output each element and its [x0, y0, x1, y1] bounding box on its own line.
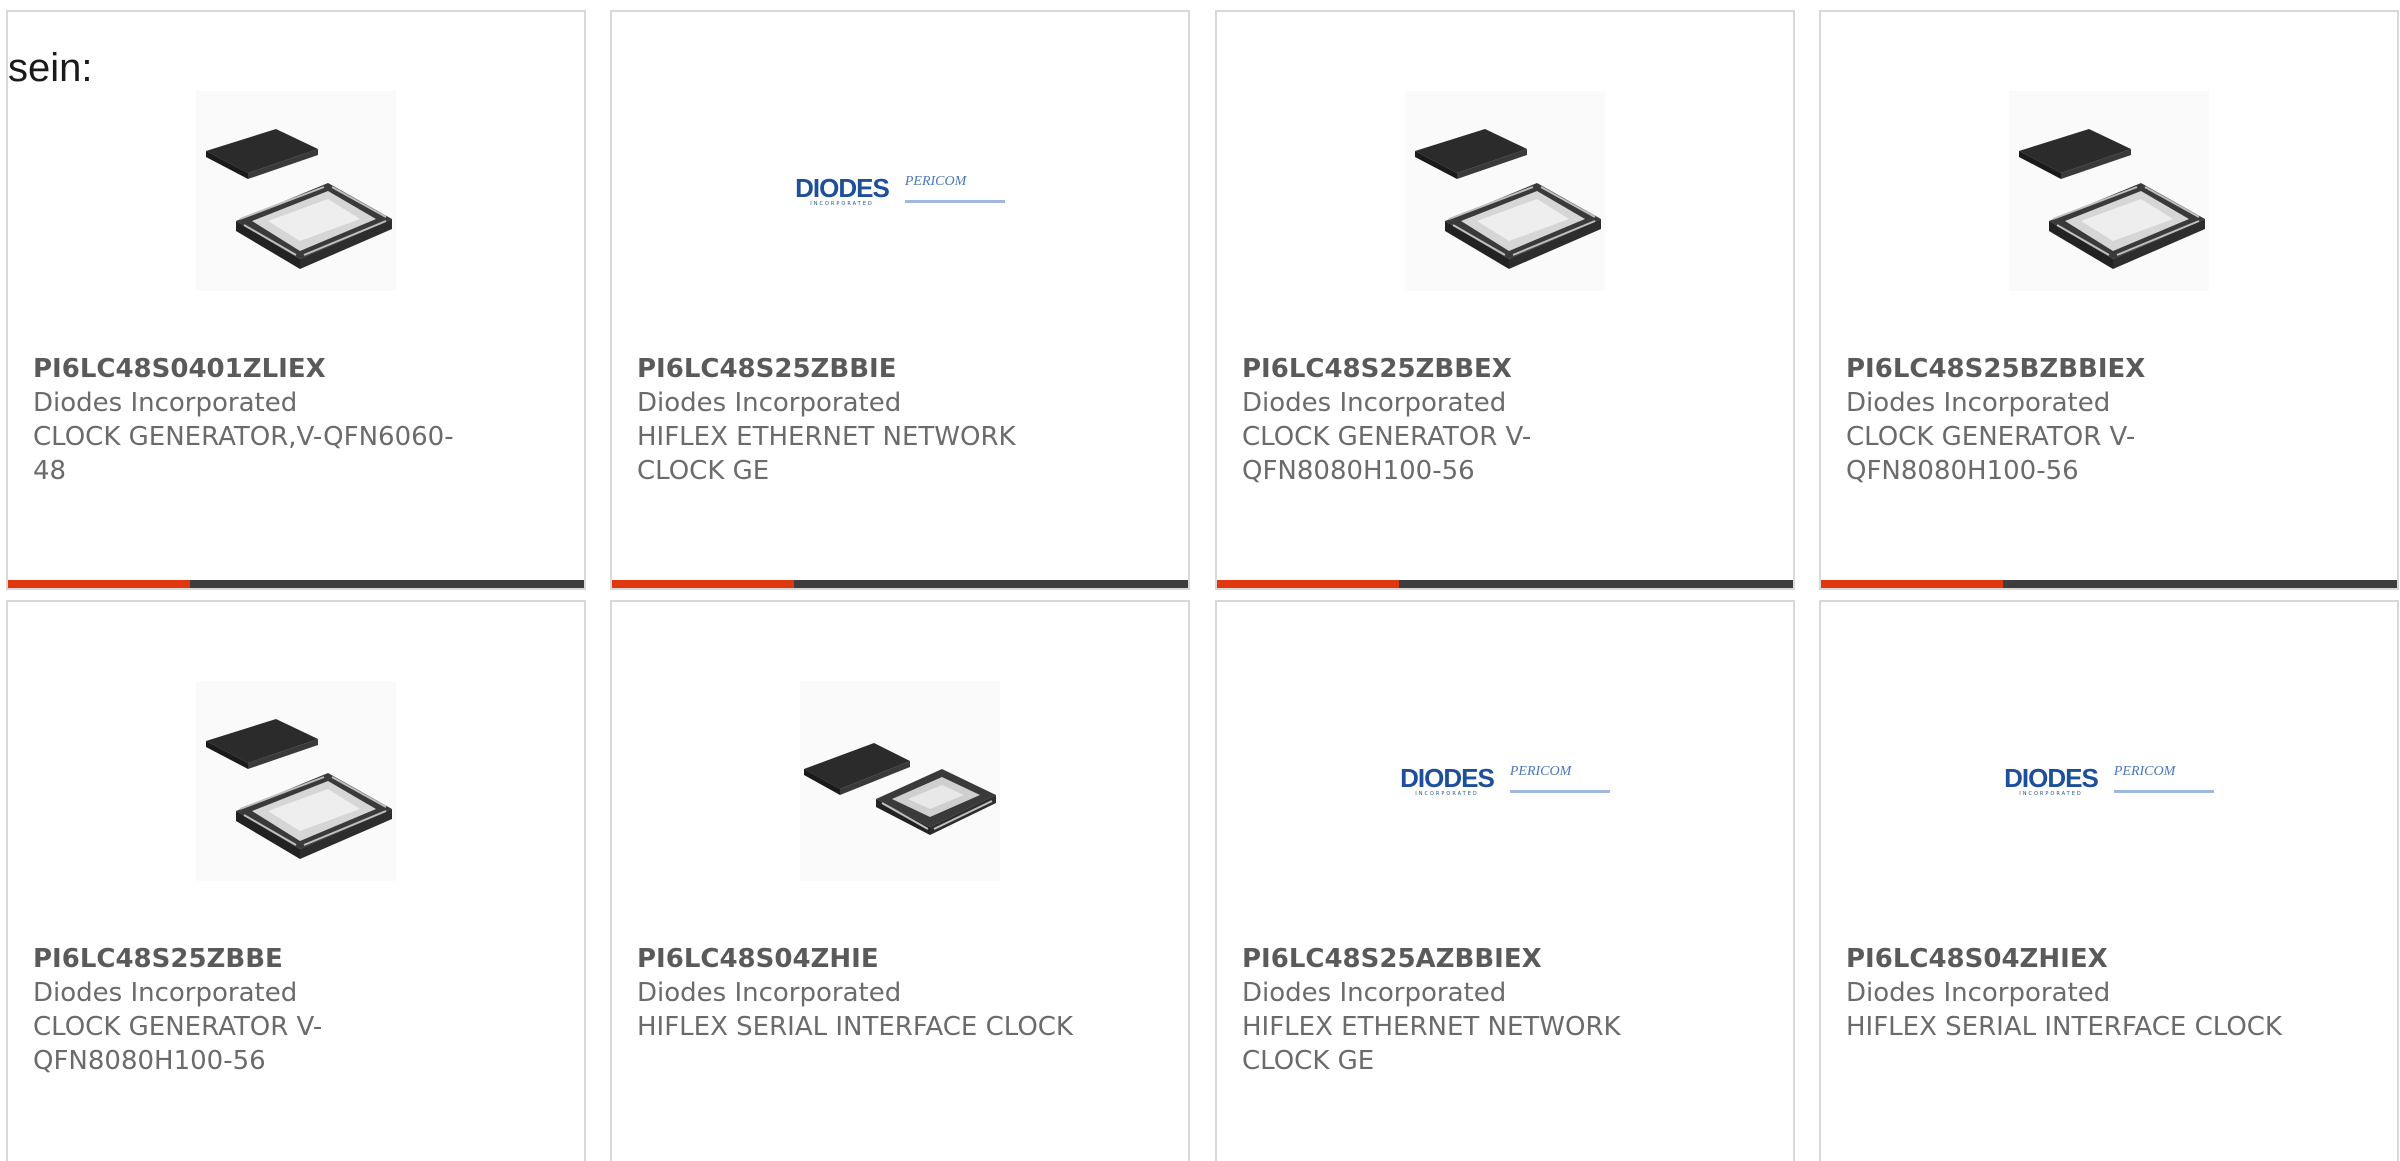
pericom-tagline	[1509, 789, 1610, 793]
diodes-pericom-logo: DIODES INCORPORATED PERICOM	[795, 174, 1005, 209]
product-description: CLOCK GENERATOR,V-QFN6060-48	[33, 422, 454, 486]
product-card[interactable]: PI6LC48S25BZBBIEX Diodes Incorporated CLOC…	[1819, 10, 2399, 590]
product-description: HIFLEX ETHERNET NETWORK CLOCK GE	[1242, 1012, 1621, 1076]
qfn-chip-small-icon	[800, 681, 1000, 881]
product-card[interactable]: PI6LC48S0401ZLIEX Diodes Incorporated CLOC…	[6, 10, 586, 590]
diodes-wordmark: DIODES	[2004, 763, 2099, 793]
product-image[interactable]: DIODES INCORPORATED PERICOM	[1821, 678, 2397, 884]
product-image[interactable]	[1217, 88, 1793, 294]
part-number[interactable]: PI6LC48S04ZHIEX	[1846, 942, 2286, 976]
pericom-tagline	[2113, 789, 2214, 793]
manufacturer: Diodes Incorporated	[637, 978, 902, 1008]
product-image[interactable]: DIODES INCORPORATED PERICOM	[612, 88, 1188, 294]
product-image[interactable]	[8, 88, 584, 294]
manufacturer: Diodes Incorporated	[33, 388, 298, 418]
product-card[interactable]: PI6LC48S04ZHIE Diodes Incorporated HIFLEX …	[610, 600, 1190, 1161]
card-accent-bar	[8, 580, 190, 588]
product-grid-page: sein: PI6LC48S0401ZLIEX Diodes Incorporat…	[0, 0, 2400, 1161]
part-number[interactable]: PI6LC48S25AZBBIEX	[1242, 942, 1682, 976]
part-number[interactable]: PI6LC48S25BZBBIEX	[1846, 352, 2286, 386]
manufacturer: Diodes Incorporated	[1242, 388, 1507, 418]
product-description: HIFLEX SERIAL INTERFACE CLOCK	[637, 1012, 1073, 1042]
qfn-chip-large-icon	[196, 681, 396, 881]
manufacturer: Diodes Incorporated	[33, 978, 298, 1008]
product-image[interactable]	[612, 678, 1188, 884]
part-number[interactable]: PI6LC48S25ZBBEX	[1242, 352, 1682, 386]
product-card[interactable]: DIODES INCORPORATED PERICOM PI6LC48S25ZB…	[610, 10, 1190, 590]
diodes-logo: DIODES INCORPORATED	[795, 173, 890, 207]
diodes-logo: DIODES INCORPORATED	[2004, 763, 2099, 797]
diodes-pericom-logo: DIODES INCORPORATED PERICOM	[1400, 764, 1610, 799]
product-info: PI6LC48S25ZBBIE Diodes Incorporated HIFLEX…	[637, 352, 1077, 488]
product-image[interactable]: DIODES INCORPORATED PERICOM	[1217, 678, 1793, 884]
product-info: PI6LC48S25ZBBEX Diodes Incorporated CLOCK …	[1242, 352, 1682, 488]
card-bottom-bar	[1217, 580, 1793, 588]
card-accent-bar	[612, 580, 794, 588]
product-info: PI6LC48S04ZHIE Diodes Incorporated HIFLEX …	[637, 942, 1077, 1044]
product-image[interactable]	[8, 678, 584, 884]
product-info: PI6LC48S0401ZLIEX Diodes Incorporated CLOC…	[33, 352, 473, 488]
product-image[interactable]	[1821, 88, 2397, 294]
diodes-wordmark: DIODES	[795, 173, 890, 203]
part-number[interactable]: PI6LC48S04ZHIE	[637, 942, 1077, 976]
pericom-wordmark: PERICOM	[1509, 763, 1572, 779]
pericom-wordmark: PERICOM	[2113, 763, 2176, 779]
product-card[interactable]: PI6LC48S25ZBBE Diodes Incorporated CLOCK G…	[6, 600, 586, 1161]
diodes-pericom-logo: DIODES INCORPORATED PERICOM	[2004, 764, 2214, 799]
product-card[interactable]: DIODES INCORPORATED PERICOM PI6LC48S04ZH…	[1819, 600, 2399, 1161]
qfn-chip-large-icon	[2009, 91, 2209, 291]
product-card[interactable]: PI6LC48S25ZBBEX Diodes Incorporated CLOCK …	[1215, 10, 1795, 590]
qfn-chip-large-icon	[1405, 91, 1605, 291]
pericom-logo: PERICOM	[1509, 763, 1610, 799]
product-card[interactable]: DIODES INCORPORATED PERICOM PI6LC48S25AZ…	[1215, 600, 1795, 1161]
card-bottom-bar	[8, 580, 584, 588]
product-info: PI6LC48S25BZBBIEX Diodes Incorporated CLOC…	[1846, 352, 2286, 488]
card-accent-bar	[1217, 580, 1399, 588]
card-bottom-bar	[1821, 580, 2397, 588]
diodes-wordmark: DIODES	[1400, 763, 1495, 793]
pericom-tagline	[904, 199, 1005, 203]
product-description: HIFLEX SERIAL INTERFACE CLOCK	[1846, 1012, 2282, 1042]
product-description: CLOCK GENERATOR V-QFN8080H100-56	[1846, 422, 2136, 486]
manufacturer: Diodes Incorporated	[1846, 388, 2111, 418]
part-number[interactable]: PI6LC48S0401ZLIEX	[33, 352, 473, 386]
product-info: PI6LC48S25AZBBIEX Diodes Incorporated HIFL…	[1242, 942, 1682, 1078]
product-info: PI6LC48S25ZBBE Diodes Incorporated CLOCK G…	[33, 942, 473, 1078]
intro-text: sein:	[8, 46, 93, 90]
product-info: PI6LC48S04ZHIEX Diodes Incorporated HIFLEX…	[1846, 942, 2286, 1044]
part-number[interactable]: PI6LC48S25ZBBIE	[637, 352, 1077, 386]
product-description: HIFLEX ETHERNET NETWORK CLOCK GE	[637, 422, 1016, 486]
part-number[interactable]: PI6LC48S25ZBBE	[33, 942, 473, 976]
pericom-logo: PERICOM	[904, 173, 1005, 209]
manufacturer: Diodes Incorporated	[637, 388, 902, 418]
manufacturer: Diodes Incorporated	[1242, 978, 1507, 1008]
product-description: CLOCK GENERATOR V-QFN8080H100-56	[33, 1012, 323, 1076]
qfn-chip-large-icon	[196, 91, 396, 291]
pericom-logo: PERICOM	[2113, 763, 2214, 799]
diodes-logo: DIODES INCORPORATED	[1400, 763, 1495, 797]
pericom-wordmark: PERICOM	[904, 173, 967, 189]
card-accent-bar	[1821, 580, 2003, 588]
card-bottom-bar	[612, 580, 1188, 588]
manufacturer: Diodes Incorporated	[1846, 978, 2111, 1008]
product-description: CLOCK GENERATOR V-QFN8080H100-56	[1242, 422, 1532, 486]
